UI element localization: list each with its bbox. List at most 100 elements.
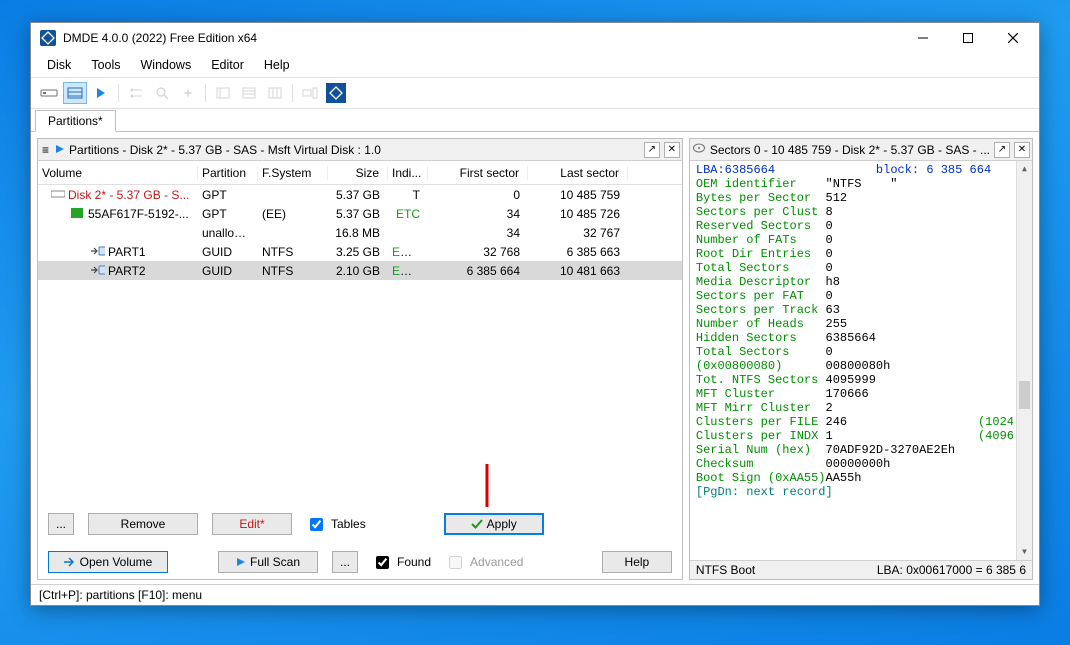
edit-button[interactable]: Edit* bbox=[212, 513, 292, 535]
vol-icon bbox=[91, 246, 105, 258]
record-line: Tot. NTFS Sectors 4095999 bbox=[696, 373, 1032, 387]
volume-label: Disk 2* - 5.37 GB - S... bbox=[68, 188, 189, 202]
record-line: Hidden Sectors 6385664 bbox=[696, 331, 1032, 345]
tb-list3-icon[interactable] bbox=[263, 82, 287, 104]
window-title: DMDE 4.0.0 (2022) Free Edition x64 bbox=[63, 31, 900, 45]
titlebar: DMDE 4.0.0 (2022) Free Edition x64 bbox=[31, 23, 1039, 53]
sectors-panel-header: Sectors 0 - 10 485 759 - Disk 2* - 5.37 … bbox=[690, 139, 1032, 161]
panel-play-icon[interactable] bbox=[55, 143, 65, 157]
tab-partitions[interactable]: Partitions* bbox=[35, 110, 116, 132]
record-line: Number of FATs 0 bbox=[696, 233, 1032, 247]
scroll-up-icon[interactable]: ▴ bbox=[1017, 161, 1032, 177]
statusbar: [Ctrl+P]: partitions [F10]: menu bbox=[31, 584, 1039, 605]
full-scan-button[interactable]: Full Scan bbox=[218, 551, 318, 573]
close-button[interactable] bbox=[990, 24, 1035, 52]
menu-help[interactable]: Help bbox=[254, 55, 300, 75]
app-window: DMDE 4.0.0 (2022) Free Edition x64 DiskT… bbox=[30, 22, 1040, 606]
open-volume-button[interactable]: Open Volume bbox=[48, 551, 168, 573]
toolbar bbox=[31, 77, 1039, 109]
partitions-buttons-row1: ... Remove Edit* Tables Apply bbox=[38, 507, 682, 541]
partitions-panel-header: ≡ Partitions - Disk 2* - 5.37 GB - SAS -… bbox=[38, 139, 682, 161]
menu-disk[interactable]: Disk bbox=[37, 55, 81, 75]
found-checkbox[interactable]: Found bbox=[372, 553, 431, 572]
table-row[interactable]: Disk 2* - 5.37 GB - S...GPT5.37 GBT010 4… bbox=[38, 185, 682, 204]
record-line: Serial Num (hex) 70ADF92D-3270AE2Eh bbox=[696, 443, 1032, 457]
scroll-down-icon[interactable]: ▾ bbox=[1017, 544, 1032, 560]
partitions-panel-title: Partitions - Disk 2* - 5.37 GB - SAS - M… bbox=[69, 143, 640, 157]
record-line: Clusters per INDX 1(4096 bbox=[696, 429, 1032, 443]
record-line: Total Sectors 0 bbox=[696, 345, 1032, 359]
column-header[interactable]: Partition bbox=[198, 166, 258, 180]
partitions-buttons-row2: Open Volume Full Scan ... Found Advanced… bbox=[38, 541, 682, 579]
record-line: (0x00800080) 00800080h bbox=[696, 359, 1032, 373]
record-line: Number of Heads 255 bbox=[696, 317, 1032, 331]
table-row[interactable]: unalloca...16.8 MB3432 767 bbox=[38, 223, 682, 242]
volume-label: PART2 bbox=[108, 264, 146, 278]
sectors-panel-footer: NTFS Boot LBA: 0x00617000 = 6 385 6 bbox=[690, 560, 1032, 579]
more-button[interactable]: ... bbox=[48, 513, 74, 535]
footer-left: NTFS Boot bbox=[696, 563, 755, 577]
tb-sparkle-icon[interactable] bbox=[176, 82, 200, 104]
record-line: MFT Cluster 170666 bbox=[696, 387, 1032, 401]
app-icon bbox=[39, 29, 57, 47]
column-header[interactable]: F.System bbox=[258, 166, 328, 180]
record-line: Checksum 00000000h bbox=[696, 457, 1032, 471]
tb-logo-icon[interactable] bbox=[324, 82, 348, 104]
record-line: Media Descriptor h8 bbox=[696, 275, 1032, 289]
tables-checkbox[interactable]: Tables bbox=[306, 515, 366, 534]
record-line: Sectors per FAT 0 bbox=[696, 289, 1032, 303]
record-line: Reserved Sectors 0 bbox=[696, 219, 1032, 233]
panel-close2-icon[interactable]: ✕ bbox=[1014, 142, 1030, 158]
panel-popout-icon[interactable]: ↗ bbox=[644, 142, 660, 158]
maximize-button[interactable] bbox=[945, 24, 990, 52]
check-icon bbox=[471, 518, 483, 530]
minimize-button[interactable] bbox=[900, 24, 945, 52]
tb-partitions-icon[interactable] bbox=[63, 82, 87, 104]
tb-tree-icon[interactable] bbox=[124, 82, 148, 104]
record-line: Root Dir Entries 0 bbox=[696, 247, 1032, 261]
table-row[interactable]: PART2GUIDNTFS2.10 GBEBCF6 385 66410 481 … bbox=[38, 261, 682, 280]
scroll-thumb[interactable] bbox=[1019, 381, 1030, 409]
column-header[interactable]: Indi... bbox=[388, 166, 428, 180]
tb-list1-icon[interactable] bbox=[211, 82, 235, 104]
table-row[interactable]: PART1GUIDNTFS3.25 GBEBCF32 7686 385 663 bbox=[38, 242, 682, 261]
column-header[interactable]: Size bbox=[328, 166, 388, 180]
tb-play-icon[interactable] bbox=[89, 82, 113, 104]
record-line: MFT Mirr Cluster 2 bbox=[696, 401, 1032, 415]
record-line: Total Sectors 0 bbox=[696, 261, 1032, 275]
remove-button[interactable]: Remove bbox=[88, 513, 198, 535]
disk-icon bbox=[51, 189, 65, 201]
menu-windows[interactable]: Windows bbox=[131, 55, 202, 75]
tb-disk-icon[interactable] bbox=[37, 82, 61, 104]
menu-tools[interactable]: Tools bbox=[81, 55, 130, 75]
scrollbar[interactable]: ▴ ▾ bbox=[1016, 161, 1032, 560]
record-line: Sectors per Clust 8 bbox=[696, 205, 1032, 219]
panel-popout2-icon[interactable]: ↗ bbox=[994, 142, 1010, 158]
sectors-panel-title: Sectors 0 - 10 485 759 - Disk 2* - 5.37 … bbox=[710, 143, 990, 157]
help-button[interactable]: Help bbox=[602, 551, 672, 573]
column-header[interactable]: First sector bbox=[428, 166, 528, 180]
table-row[interactable]: 55AF617F-5192-...GPT(EE)5.37 GBETC3410 4… bbox=[38, 204, 682, 223]
tb-device-icon[interactable] bbox=[298, 82, 322, 104]
column-header[interactable]: Volume bbox=[38, 166, 198, 180]
record-line: Clusters per FILE 246(1024 bbox=[696, 415, 1032, 429]
play-icon bbox=[236, 557, 246, 567]
arrow-right-icon bbox=[64, 557, 76, 567]
column-header[interactable]: Last sector bbox=[528, 166, 628, 180]
record-line: Bytes per Sector 512 bbox=[696, 191, 1032, 205]
menu-editor[interactable]: Editor bbox=[201, 55, 254, 75]
volume-table-header: VolumePartitionF.SystemSizeIndi...First … bbox=[38, 161, 682, 185]
sector-details[interactable]: LBA:6385664 block: 6 385 664OEM identifi… bbox=[690, 161, 1032, 560]
advanced-checkbox[interactable]: Advanced bbox=[445, 553, 523, 572]
panel-menu-icon[interactable]: ≡ bbox=[40, 143, 51, 157]
panel-close-icon[interactable]: ✕ bbox=[664, 142, 680, 158]
apply-button[interactable]: Apply bbox=[444, 513, 544, 535]
more2-button[interactable]: ... bbox=[332, 551, 358, 573]
record-line: Boot Sign (0xAA55)AA55h bbox=[696, 471, 1032, 485]
tab-strip: Partitions* bbox=[31, 109, 1039, 131]
record-line: OEM identifier "NTFS " bbox=[696, 177, 1032, 191]
volume-table-body[interactable]: Disk 2* - 5.37 GB - S...GPT5.37 GBT010 4… bbox=[38, 185, 682, 507]
pgdn-hint: [PgDn: next record] bbox=[696, 485, 1032, 499]
tb-search-icon[interactable] bbox=[150, 82, 174, 104]
tb-list2-icon[interactable] bbox=[237, 82, 261, 104]
